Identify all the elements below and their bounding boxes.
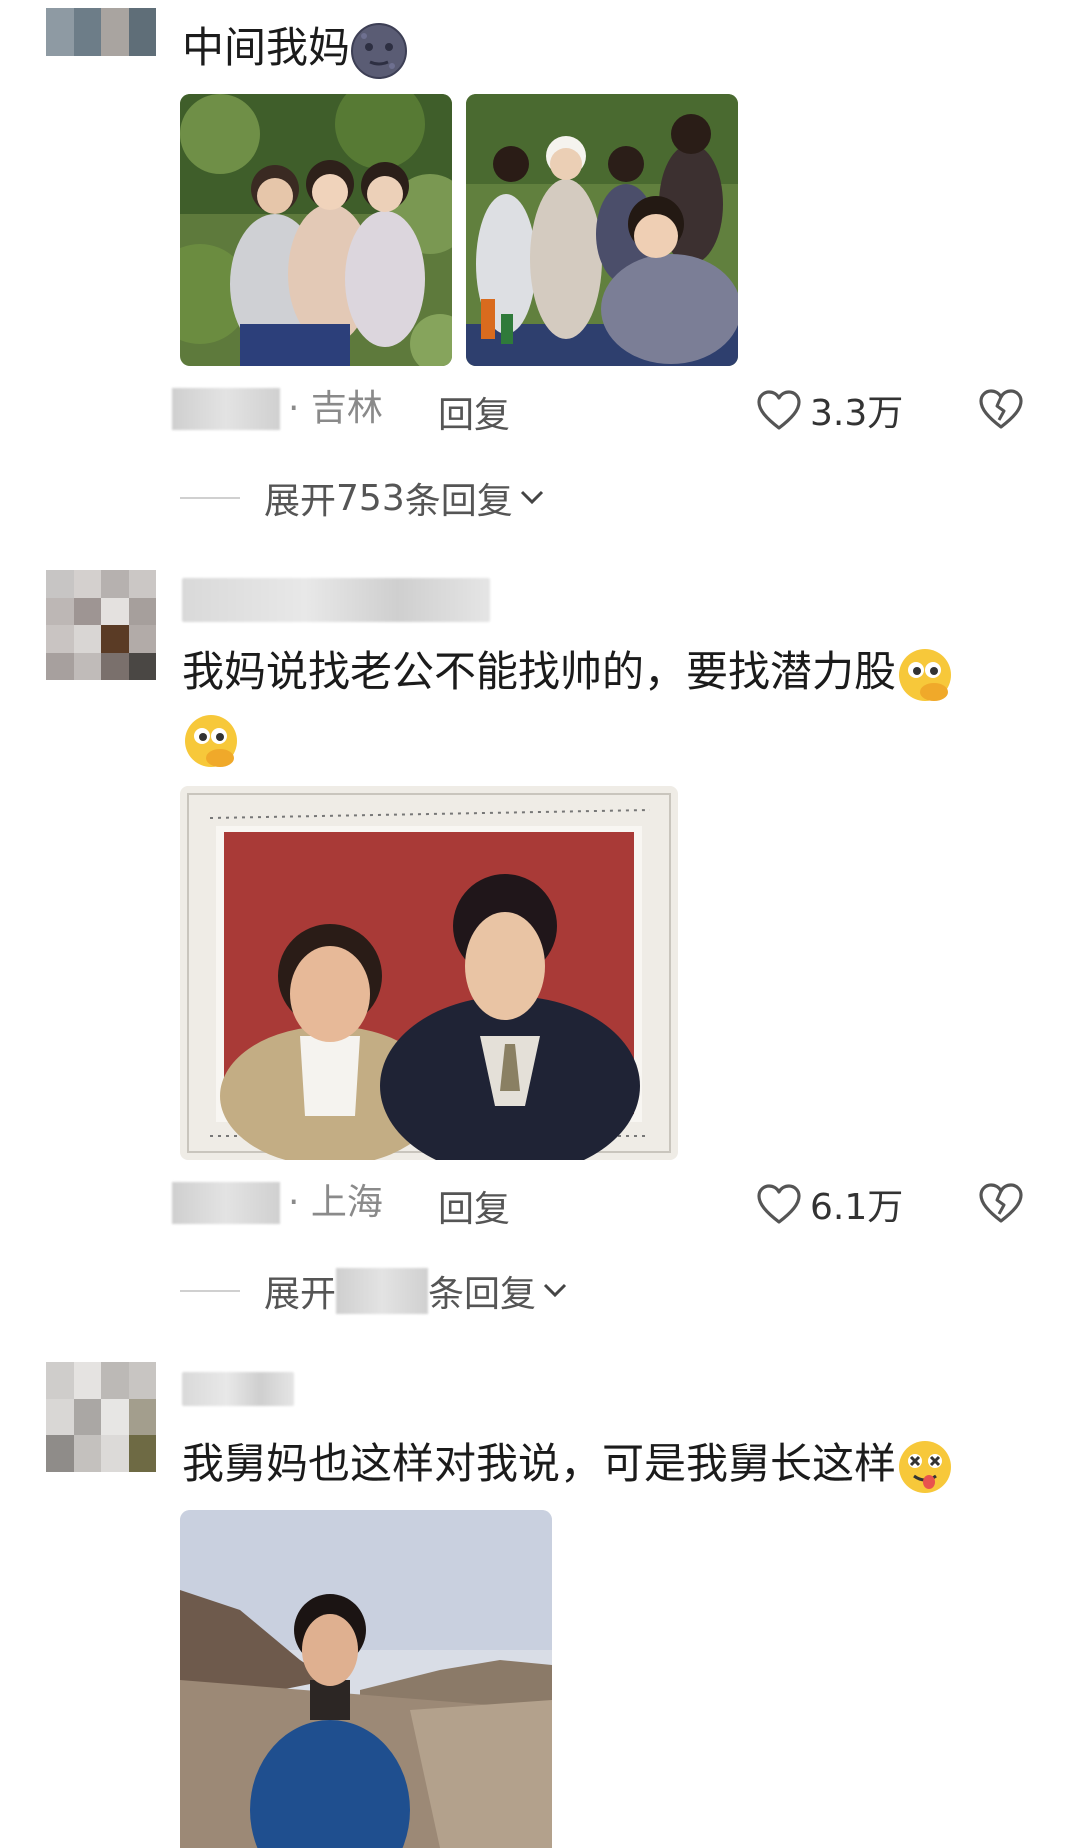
reply-count-blurred <box>336 1268 429 1314</box>
comment-photo-2[interactable] <box>466 94 738 366</box>
dislike-button[interactable] <box>978 388 1024 434</box>
broken-heart-icon <box>979 1183 1023 1223</box>
comment-photo[interactable] <box>180 786 678 1160</box>
peeking-face-emoji-line2 <box>182 712 240 774</box>
like-button[interactable]: 3.3万 <box>756 384 903 436</box>
comment-photo-1[interactable] <box>180 94 452 366</box>
location-label: · 上海 <box>288 1182 383 1223</box>
location-label: · 吉林 <box>288 388 383 429</box>
heart-icon <box>757 390 801 430</box>
comment-text: 中间我妈 <box>182 18 408 80</box>
moon-face-emoji <box>351 22 408 79</box>
comment-text: 我妈说找老公不能找帅的，要找潜力股 <box>182 642 954 704</box>
avatar[interactable] <box>46 1362 156 1472</box>
reply-button[interactable]: 回复 <box>438 1180 510 1232</box>
peeking-face-emoji <box>899 648 952 701</box>
avatar[interactable] <box>46 8 156 56</box>
dizzy-tongue-face-emoji <box>899 1440 952 1493</box>
username-blurred <box>172 388 280 430</box>
username-blurred <box>172 1182 280 1224</box>
chevron-down-icon <box>543 1283 567 1298</box>
expand-replies-button[interactable]: 展开 条回复 <box>264 1265 570 1317</box>
like-count: 6.1万 <box>810 1187 904 1228</box>
broken-heart-icon <box>979 389 1023 429</box>
username-blurred <box>182 578 490 622</box>
expand-divider <box>180 497 240 499</box>
heart-icon <box>757 1184 801 1224</box>
comment-photo[interactable] <box>180 1510 552 1848</box>
peeking-face-emoji <box>185 715 237 767</box>
like-count: 3.3万 <box>810 393 904 434</box>
comment-text: 我舅妈也这样对我说，可是我舅长这样 <box>182 1434 954 1496</box>
username-blurred <box>182 1372 294 1406</box>
avatar[interactable] <box>46 570 156 680</box>
like-button[interactable]: 6.1万 <box>756 1178 903 1230</box>
expand-replies-button[interactable]: 展开 753 条回复 <box>264 472 547 524</box>
dislike-button[interactable] <box>978 1182 1024 1228</box>
chevron-down-icon <box>520 490 543 505</box>
expand-divider <box>180 1290 240 1292</box>
reply-button[interactable]: 回复 <box>438 386 510 438</box>
